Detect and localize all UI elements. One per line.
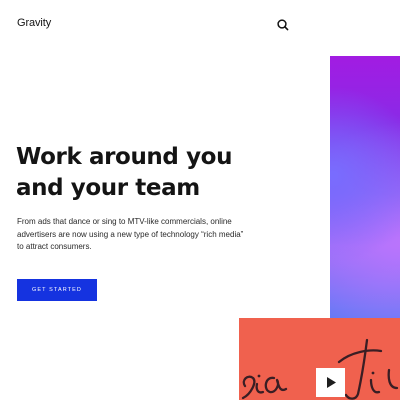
hero-description-line: to attract consumers. <box>17 242 92 251</box>
search-icon <box>277 19 289 31</box>
hero-headline: Work around you and your team <box>16 142 232 204</box>
video-thumbnail[interactable] <box>239 318 400 400</box>
hero-description: From ads that dance or sing to MTV-like … <box>17 216 267 254</box>
hero-gradient-image <box>330 56 400 320</box>
hero-headline-line: and your team <box>16 175 200 201</box>
logo[interactable]: Gravity <box>17 17 51 29</box>
play-button[interactable] <box>316 368 345 397</box>
get-started-button[interactable]: GET STARTED <box>17 279 97 301</box>
hero-headline-line: Work around you <box>16 144 233 170</box>
hero-description-line: advertisers are now using a new type of … <box>17 229 244 239</box>
hero-description-line: From ads that dance or sing to MTV-like … <box>17 217 232 226</box>
search-button[interactable] <box>276 18 290 32</box>
play-icon <box>327 377 336 388</box>
